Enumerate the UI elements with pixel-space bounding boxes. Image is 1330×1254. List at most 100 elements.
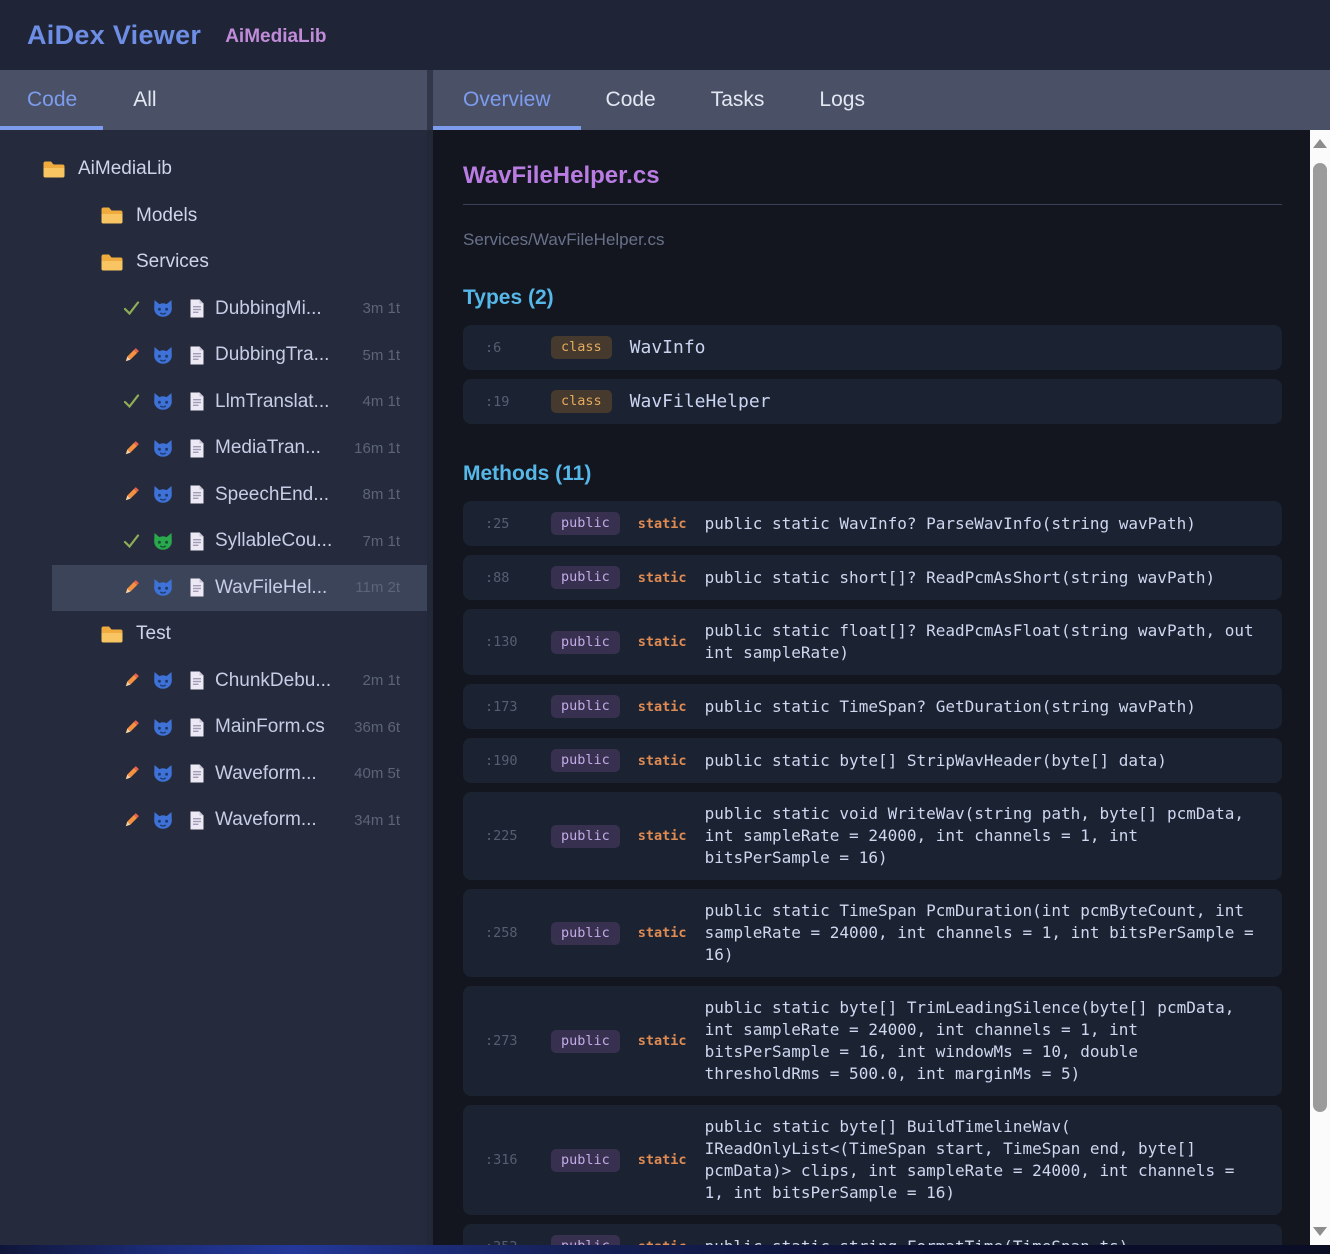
- tree-item-label: MediaTran...: [215, 437, 321, 459]
- panel-tab[interactable]: Overview: [463, 88, 551, 112]
- method-row[interactable]: :258 public static public static TimeSpa…: [463, 889, 1282, 977]
- tree-item-age: 5m 1t: [362, 346, 400, 364]
- tree-item-label: Waveform...: [215, 809, 317, 831]
- document-icon: [190, 485, 204, 504]
- tree-item-label: DubbingMi...: [215, 297, 322, 319]
- file-path: Services/WavFileHelper.cs: [463, 230, 665, 249]
- scroll-up-arrow-icon[interactable]: [1313, 139, 1327, 148]
- line-number: :6: [485, 339, 502, 356]
- sidebar-tab[interactable]: Code: [27, 88, 77, 112]
- method-row[interactable]: :352 public static public static string …: [463, 1224, 1282, 1245]
- method-signature: public static short[]? ReadPcmAsShort(st…: [704, 567, 1216, 587]
- tree-item[interactable]: Waveform... 34m 1t: [0, 797, 427, 844]
- tree-item-label: ChunkDebu...: [215, 669, 332, 691]
- scroll-down-arrow-icon[interactable]: [1313, 1227, 1327, 1236]
- visibility-badge: public: [551, 1148, 620, 1172]
- method-row[interactable]: :190 public static public static byte[] …: [463, 738, 1282, 783]
- tree-item-label: DubbingTra...: [215, 344, 330, 366]
- pencil-icon: [125, 719, 139, 733]
- tree-item[interactable]: MainForm.cs 36m 6t: [0, 704, 427, 751]
- scrollbar-thumb[interactable]: [1313, 163, 1327, 1112]
- tree-item[interactable]: LlmTranslat... 4m 1t: [0, 379, 427, 426]
- tree-item-label: MainForm.cs: [215, 716, 325, 738]
- visibility-badge: public: [551, 1235, 620, 1245]
- line-number: :258: [485, 925, 518, 941]
- document-icon: [190, 764, 204, 783]
- app-header: AiDex Viewer AiMediaLib: [0, 0, 1330, 70]
- tree-item[interactable]: WavFileHel... 11m 2t: [0, 564, 427, 611]
- tree-item-age: 40m 5t: [354, 765, 400, 783]
- cat-icon: [154, 765, 172, 783]
- method-row[interactable]: :25 public static public static WavInfo?…: [463, 501, 1282, 546]
- type-row[interactable]: :19 class WavFileHelper: [463, 379, 1282, 424]
- method-row[interactable]: :130 public static public static float[]…: [463, 609, 1282, 675]
- tree-item-label: Services: [136, 251, 209, 273]
- method-row[interactable]: :173 public static public static TimeSpa…: [463, 684, 1282, 729]
- line-number: :130: [485, 634, 518, 650]
- method-row[interactable]: :225 public static public static void Wr…: [463, 792, 1282, 880]
- cat-icon: [154, 346, 172, 364]
- static-modifier: static: [637, 698, 687, 715]
- line-number: :19: [485, 393, 510, 410]
- folder-icon: [101, 626, 123, 643]
- tree-item[interactable]: DubbingMi... 3m 1t: [0, 286, 427, 333]
- tree-item[interactable]: MediaTran... 16m 1t: [0, 425, 427, 472]
- tree-item-age: 11m 2t: [355, 579, 400, 597]
- document-icon: [190, 718, 204, 737]
- tree-item[interactable]: SpeechEnd... 8m 1t: [0, 472, 427, 519]
- tree-item[interactable]: Test: [0, 611, 427, 658]
- static-modifier: static: [637, 515, 687, 532]
- cat-icon: [154, 393, 172, 411]
- static-modifier: static: [637, 1033, 687, 1049]
- line-number: :273: [485, 1033, 518, 1049]
- pencil-icon: [125, 440, 139, 454]
- method-row[interactable]: :316 public static public static byte[] …: [463, 1105, 1282, 1215]
- tree-item[interactable]: Waveform... 40m 5t: [0, 751, 427, 798]
- type-kind-badge: class: [551, 390, 612, 413]
- panel-tab[interactable]: Logs: [819, 88, 865, 112]
- tree-item-age: 3m 1t: [362, 300, 400, 318]
- panel-tab[interactable]: Tasks: [711, 88, 765, 112]
- document-icon: [190, 578, 204, 597]
- tree-item[interactable]: DubbingTra... 5m 1t: [0, 332, 427, 379]
- tree-item-age: 36m 6t: [354, 718, 400, 736]
- visibility-badge: public: [551, 749, 620, 772]
- types-list: :6 class WavInfo :19 class WavFileHelper: [463, 325, 1282, 424]
- visibility-badge: public: [551, 1029, 620, 1053]
- vertical-scrollbar[interactable]: [1310, 130, 1330, 1245]
- check-icon: [123, 394, 140, 409]
- method-signature: public static string FormatTime(TimeSpan…: [705, 1236, 1260, 1246]
- methods-list: :25 public static public static WavInfo?…: [463, 501, 1282, 1245]
- static-modifier: static: [637, 752, 687, 769]
- visibility-badge: public: [551, 512, 620, 535]
- line-number: :225: [485, 828, 518, 844]
- sidebar-tab[interactable]: All: [133, 88, 156, 112]
- static-modifier: static: [637, 1152, 687, 1168]
- app-title: AiDex Viewer: [27, 19, 202, 50]
- cat-icon: [154, 439, 172, 457]
- tree-item-age: 7m 1t: [362, 532, 400, 550]
- method-row[interactable]: :273 public static public static byte[] …: [463, 986, 1282, 1096]
- cat-icon: [154, 672, 172, 690]
- tree-item[interactable]: Models: [0, 193, 427, 240]
- visibility-badge: public: [551, 824, 620, 848]
- tree-item[interactable]: ChunkDebu... 2m 1t: [0, 658, 427, 705]
- type-row[interactable]: :6 class WavInfo: [463, 325, 1282, 370]
- method-signature: public static WavInfo? ParseWavInfo(stri…: [704, 513, 1196, 533]
- type-name: WavFileHelper: [629, 391, 771, 412]
- panel-tab[interactable]: Code: [606, 88, 656, 112]
- tree-item[interactable]: SyllableCou... 7m 1t: [0, 518, 427, 565]
- project-name: AiMediaLib: [225, 25, 327, 47]
- static-modifier: static: [637, 634, 687, 650]
- visibility-badge: public: [551, 921, 620, 945]
- tree-item[interactable]: Services: [0, 239, 427, 286]
- method-row[interactable]: :88 public static public static short[]?…: [463, 555, 1282, 600]
- document-icon: [190, 346, 204, 365]
- tree-item[interactable]: AiMediaLib: [0, 146, 427, 193]
- tree-item-age: 4m 1t: [362, 393, 400, 411]
- line-number: :173: [485, 698, 518, 715]
- type-kind-badge: class: [551, 336, 612, 359]
- visibility-badge: public: [551, 566, 620, 589]
- folder-icon: [101, 254, 123, 271]
- check-icon: [123, 534, 140, 548]
